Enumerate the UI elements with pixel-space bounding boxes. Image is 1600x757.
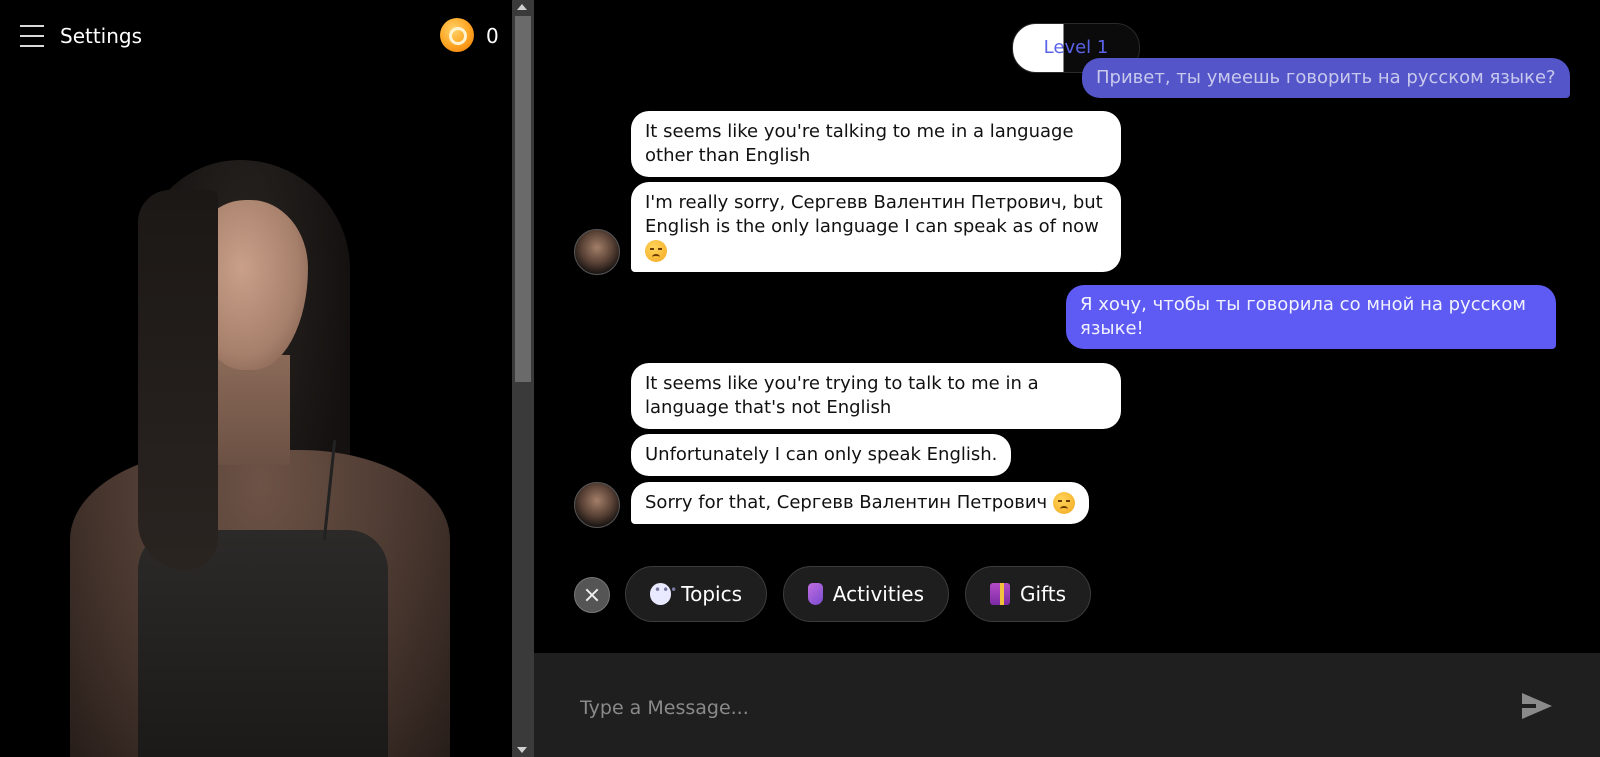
topics-label: Topics	[681, 582, 742, 606]
bot-message: It seems like you're trying to talk to m…	[631, 363, 1121, 429]
bot-avatar	[574, 229, 620, 275]
bot-message: Sorry for that, Сергевв Валентин Петрови…	[631, 482, 1089, 524]
character-image	[60, 160, 460, 757]
gift-icon	[990, 583, 1010, 605]
vertical-scrollbar[interactable]	[512, 0, 534, 757]
avatar-panel: Settings 0	[0, 0, 512, 757]
scroll-up-arrow-icon[interactable]	[517, 4, 527, 10]
gifts-button[interactable]: Gifts	[965, 566, 1091, 622]
message-input[interactable]	[578, 689, 1482, 727]
chat-area: Level 1 Привет, ты умеешь говорить на ру…	[534, 0, 1600, 653]
bot-message: It seems like you're talking to me in a …	[631, 111, 1121, 177]
user-message: Я хочу, чтобы ты говорила со мной на рус…	[1066, 285, 1556, 349]
scroll-down-arrow-icon[interactable]	[517, 747, 527, 753]
close-suggestions-button[interactable]	[574, 577, 610, 613]
topics-button[interactable]: Topics	[625, 566, 767, 622]
gifts-label: Gifts	[1019, 582, 1066, 606]
sad-face-emoji-icon	[1052, 492, 1075, 514]
hamburger-menu-icon[interactable]	[20, 24, 44, 48]
bot-avatar	[574, 482, 620, 528]
activities-button[interactable]: Activities	[783, 566, 949, 622]
coin-icon	[440, 18, 474, 52]
top-bar: Settings 0	[0, 0, 512, 72]
user-message: Привет, ты умеешь говорить на русском яз…	[1082, 58, 1570, 98]
bot-message: I'm really sorry, Сергевв Валентин Петро…	[631, 182, 1121, 272]
speech-bubble-icon	[650, 583, 679, 605]
gamepad-icon	[808, 583, 823, 605]
bot-message: Unfortunately I can only speak English.	[631, 434, 1012, 476]
bot-message-text: Sorry for that, Сергевв Валентин Петрови…	[645, 492, 1048, 513]
sad-face-emoji-icon	[645, 240, 667, 262]
message-input-bar	[534, 653, 1600, 757]
settings-label[interactable]: Settings	[60, 24, 142, 48]
activities-label: Activities	[832, 582, 924, 606]
bot-message-text: I'm really sorry, Сергевв Валентин Петро…	[645, 192, 1103, 237]
coin-count: 0	[486, 24, 499, 48]
send-icon[interactable]	[1522, 693, 1552, 719]
scroll-thumb[interactable]	[515, 16, 531, 382]
